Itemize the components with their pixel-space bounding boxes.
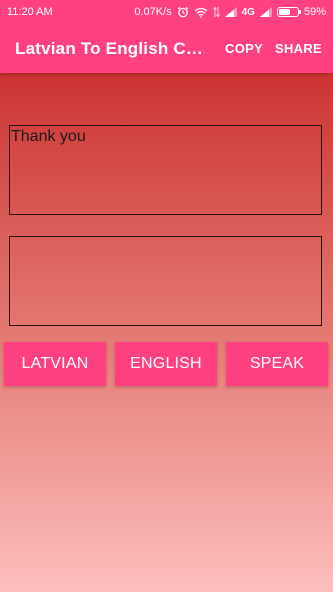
- battery-tip: [298, 10, 301, 14]
- wifi-icon: [194, 7, 208, 18]
- alarm-icon: [177, 6, 189, 18]
- source-text-input[interactable]: Thank you: [9, 125, 322, 215]
- status-bar: 11:20 AM 0.07K/s 4G 59%: [0, 0, 333, 24]
- network-speed: 0.07K/s: [134, 6, 172, 18]
- data-arrows-icon: [212, 6, 220, 18]
- speak-button[interactable]: SPEAK: [226, 342, 328, 386]
- battery-fill: [278, 9, 290, 15]
- translator-content: Thank you LATVIAN ENGLISH SPEAK: [0, 73, 333, 592]
- app-title: Latvian To English Co...: [15, 38, 211, 58]
- translated-text-output[interactable]: [9, 236, 322, 326]
- battery-percent: 59%: [303, 6, 326, 18]
- copy-button[interactable]: COPY: [225, 41, 263, 56]
- status-indicators: 0.07K/s 4G 59%: [134, 6, 326, 18]
- share-button[interactable]: SHARE: [275, 41, 322, 56]
- network-type: 4G: [241, 6, 255, 18]
- signal-icon-secondary: [259, 7, 272, 17]
- latvian-button[interactable]: LATVIAN: [4, 342, 106, 386]
- signal-icon: [224, 7, 237, 17]
- english-button[interactable]: ENGLISH: [115, 342, 217, 386]
- battery-icon: [276, 7, 301, 17]
- battery-indicator: 59%: [276, 6, 326, 18]
- status-time: 11:20 AM: [7, 6, 53, 18]
- app-bar: Latvian To English Co... COPY SHARE: [0, 24, 333, 73]
